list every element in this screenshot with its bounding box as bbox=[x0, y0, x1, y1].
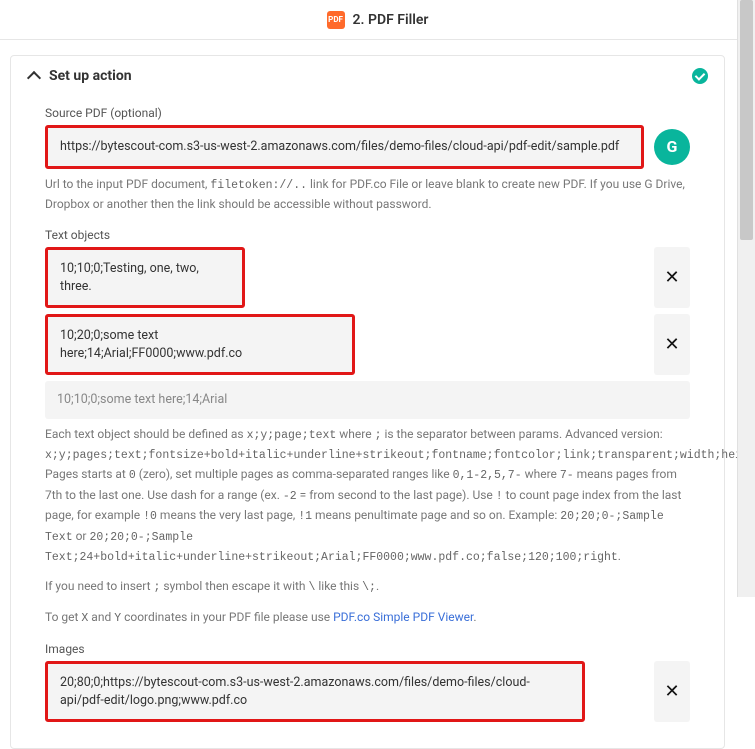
spacer bbox=[365, 314, 644, 375]
t: coordinates in your PDF file please use bbox=[121, 610, 333, 624]
help-code-fragment: filetoken://.. bbox=[210, 179, 307, 192]
image-row: 20;80;0;https://bytescout-com.s3-us-west… bbox=[45, 661, 690, 722]
scrollbar-thumb[interactable] bbox=[740, 0, 753, 240]
image-input[interactable]: 20;80;0;https://bytescout-com.s3-us-west… bbox=[45, 661, 585, 722]
remove-button[interactable]: ✕ bbox=[654, 314, 690, 375]
t: or bbox=[73, 529, 90, 543]
c: \; bbox=[362, 581, 376, 594]
c: ! bbox=[496, 490, 503, 503]
help-text-fragment: Url to the input PDF document, bbox=[45, 177, 210, 191]
source-pdf-row: https://bytescout-com.s3-us-west-2.amazo… bbox=[45, 125, 690, 169]
action-panel: Set up action Source PDF (optional) http… bbox=[10, 55, 725, 749]
t: means the very last page, bbox=[157, 508, 298, 522]
c: !0 bbox=[143, 510, 157, 523]
t: and bbox=[88, 610, 114, 624]
text-object-placeholder-row: 10;10;0;some text here;14;Arial bbox=[45, 381, 690, 419]
text-object-row: 10;10;0;Testing, one, two, three. ✕ bbox=[45, 247, 690, 308]
t: means penultimate page and so on. Exampl… bbox=[312, 508, 560, 522]
scrollbar[interactable] bbox=[737, 0, 755, 597]
source-pdf-label: Source PDF (optional) bbox=[45, 106, 690, 120]
t: is the separator between params. Advance… bbox=[381, 427, 662, 441]
t: symbol then escape it with bbox=[160, 579, 308, 593]
t: . bbox=[376, 579, 379, 593]
c: x;y;page;text bbox=[247, 429, 337, 442]
c: !1 bbox=[298, 510, 312, 523]
remove-button[interactable]: ✕ bbox=[654, 661, 690, 722]
c: 20;20;0-;Sample Text;24+bold+italic+unde… bbox=[45, 531, 618, 564]
source-pdf-help: Url to the input PDF document, filetoken… bbox=[45, 175, 690, 215]
panel-title: Set up action bbox=[49, 68, 682, 84]
text-objects-help: Each text object should be defined as x;… bbox=[45, 425, 690, 568]
t: where bbox=[522, 467, 560, 481]
step-title: 2. PDF Filler bbox=[353, 12, 429, 28]
t: . bbox=[473, 610, 476, 624]
c: 7- bbox=[560, 469, 574, 482]
t: = from second to the last page). Use bbox=[297, 488, 496, 502]
remove-button[interactable]: ✕ bbox=[654, 247, 690, 308]
text-object-input[interactable]: 10;20;0;some text here;14;Arial;FF0000;w… bbox=[45, 314, 355, 375]
t: Each text object should be defined as bbox=[45, 427, 247, 441]
c: 0 bbox=[129, 469, 136, 482]
spacer bbox=[255, 247, 644, 308]
t: . bbox=[618, 549, 621, 563]
text-object-row: 10;20;0;some text here;14;Arial;FF0000;w… bbox=[45, 314, 690, 375]
c: X bbox=[81, 612, 88, 625]
grammarly-icon[interactable]: G bbox=[654, 129, 690, 165]
c: 0,1-2,5,7- bbox=[453, 469, 522, 482]
panel-header[interactable]: Set up action bbox=[11, 56, 724, 96]
status-check-icon bbox=[692, 68, 708, 84]
text-object-input[interactable]: 10;10;0;Testing, one, two, three. bbox=[45, 247, 245, 308]
panel-body: Source PDF (optional) https://bytescout-… bbox=[11, 106, 724, 748]
text-objects-label: Text objects bbox=[45, 228, 690, 242]
t: (zero), set multiple pages as comma-sepa… bbox=[136, 467, 453, 481]
source-pdf-input[interactable]: https://bytescout-com.s3-us-west-2.amazo… bbox=[45, 125, 644, 169]
c: Y bbox=[114, 612, 121, 625]
c: -2 bbox=[283, 490, 297, 503]
spacer bbox=[595, 661, 644, 722]
text-objects-coords-help: To get X and Y coordinates in your PDF f… bbox=[45, 608, 690, 628]
text-object-new-input[interactable]: 10;10;0;some text here;14;Arial bbox=[45, 381, 690, 419]
pdf-icon: PDF bbox=[327, 11, 345, 29]
t: where bbox=[336, 427, 374, 441]
t: To get bbox=[45, 610, 81, 624]
text-objects-escape-help: If you need to insert ; symbol then esca… bbox=[45, 577, 690, 597]
t: like this bbox=[315, 579, 362, 593]
t: If you need to insert bbox=[45, 579, 154, 593]
c: x;y;pages;text;fontsize+bold+italic+unde… bbox=[45, 449, 755, 462]
pdf-viewer-link[interactable]: PDF.co Simple PDF Viewer bbox=[333, 610, 473, 624]
images-label: Images bbox=[45, 642, 690, 656]
chevron-up-icon bbox=[27, 70, 39, 82]
step-header: PDF 2. PDF Filler bbox=[0, 0, 755, 40]
